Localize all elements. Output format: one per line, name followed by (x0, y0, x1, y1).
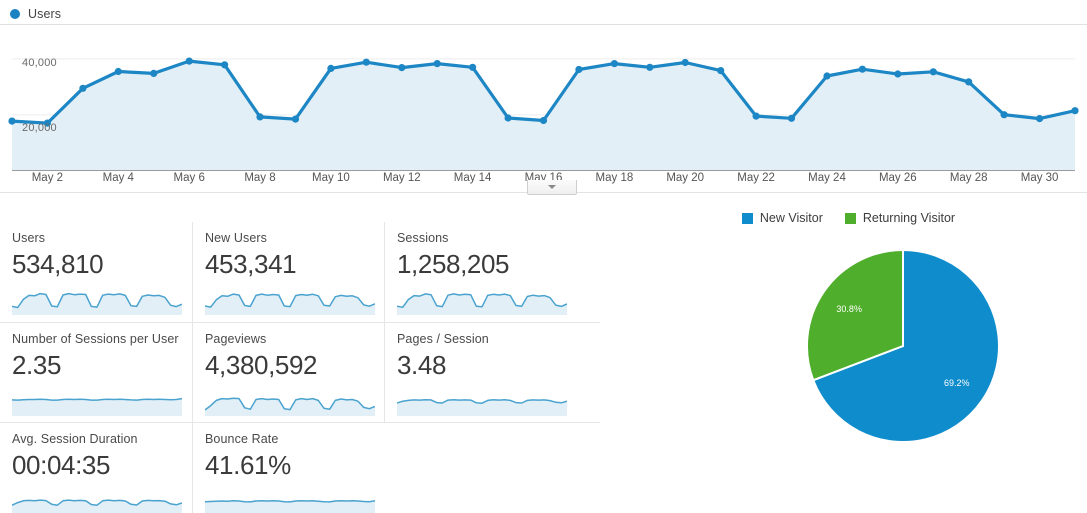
pie-legend-label: Returning Visitor (862, 211, 956, 225)
x-axis-rule (12, 170, 1075, 171)
x-axis-tick: May 2 (31, 172, 64, 184)
metric-sparkline (205, 293, 375, 315)
metric-row: Avg. Session Duration 00:04:35 Bounce Rate… (0, 422, 600, 513)
x-axis-tick: May 18 (595, 172, 634, 184)
x-axis-tick: May 30 (1020, 172, 1059, 184)
metric-card[interactable]: Pages / Session 3.48 (384, 323, 576, 423)
x-axis-tick: May 4 (102, 172, 134, 184)
metric-sparkline (397, 398, 567, 416)
metric-label: New Users (205, 231, 268, 245)
visitor-type-pie-chart[interactable]: 69.2% 30.8% (610, 233, 1087, 463)
metric-card[interactable]: Number of Sessions per User 2.35 (0, 323, 192, 423)
metric-sparkline (12, 397, 182, 416)
metric-sparkline (205, 500, 375, 513)
metric-label: Users (12, 231, 46, 245)
metric-label: Number of Sessions per User (12, 332, 179, 346)
analytics-dashboard: Users 40,000 20,000 May 2 May 4 May 6 May 8… (0, 0, 1087, 513)
users-legend-label: Users (28, 7, 62, 21)
visitor-type-pie-panel: New Visitor Returning Visitor 69.2% 30.8% (610, 205, 1087, 505)
metric-card[interactable]: Pageviews 4,380,592 (192, 323, 384, 423)
metric-row: Users 534,810 New Users 453,341 Sessions 1,25… (0, 222, 600, 322)
date-range-handle[interactable] (527, 180, 577, 195)
pie-legend-item[interactable]: Returning Visitor (844, 211, 956, 225)
metric-card[interactable]: Sessions 1,258,205 (384, 222, 576, 322)
x-axis-tick: May 8 (244, 172, 276, 184)
pie-legend-item[interactable]: New Visitor (741, 211, 823, 225)
metric-label: Pages / Session (397, 332, 489, 346)
metric-label: Bounce Rate (205, 432, 279, 446)
y-axis-tick-40000: 40,000 (22, 57, 57, 69)
chart-legend[interactable]: Users (10, 5, 61, 23)
timeseries-plot (8, 57, 1079, 171)
pie-legend-swatch (844, 212, 856, 224)
chevron-down-icon (548, 185, 556, 189)
x-axis-tick: May 22 (737, 172, 775, 184)
metric-value: 453,341 (205, 249, 297, 279)
pie-legend: New Visitor Returning Visitor (610, 211, 1087, 225)
metric-card[interactable]: New Users 453,341 (192, 222, 384, 322)
pie-legend-swatch (741, 212, 753, 224)
metric-card[interactable]: Bounce Rate 41.61% (192, 423, 384, 513)
metric-value: 2.35 (12, 350, 62, 380)
y-axis-tick-20000: 20,000 (22, 122, 57, 134)
x-axis-tick: May 20 (666, 172, 705, 184)
x-axis-tick: May 24 (808, 172, 846, 184)
users-legend-dot (10, 9, 20, 19)
metric-sparkline (205, 397, 375, 416)
metric-sparkline (397, 293, 567, 315)
metric-card[interactable]: Avg. Session Duration 00:04:35 (0, 423, 192, 513)
x-axis-tick: May 6 (173, 172, 205, 184)
metric-card[interactable]: Users 534,810 (0, 222, 192, 322)
metric-row: Number of Sessions per User 2.35 Pageviews… (0, 322, 600, 423)
metric-label: Avg. Session Duration (12, 432, 138, 446)
x-axis-tick: May 12 (382, 172, 421, 184)
pie-slice-label: 69.2% (944, 378, 970, 388)
x-axis-tick: May 28 (949, 172, 988, 184)
metric-sparkline (12, 292, 182, 315)
metric-value: 00:04:35 (12, 450, 111, 480)
metric-value: 4,380,592 (205, 350, 318, 380)
x-axis-tick: May 10 (312, 172, 350, 184)
x-axis-tick: May 26 (878, 172, 917, 184)
metric-label: Sessions (397, 231, 449, 245)
metric-sparkline (12, 499, 182, 513)
metric-value: 41.61% (205, 450, 291, 480)
users-timeseries-chart[interactable]: 40,000 20,000 (0, 24, 1087, 174)
metric-label: Pageviews (205, 332, 267, 346)
metric-value: 534,810 (12, 249, 104, 279)
metric-cards: Users 534,810 New Users 453,341 Sessions 1,25… (0, 222, 600, 513)
metric-value: 3.48 (397, 350, 447, 380)
metric-value: 1,258,205 (397, 249, 510, 279)
pie-legend-label: New Visitor (759, 211, 823, 225)
pie-slice-label: 30.8% (836, 304, 862, 314)
x-axis-tick: May 14 (453, 172, 492, 184)
